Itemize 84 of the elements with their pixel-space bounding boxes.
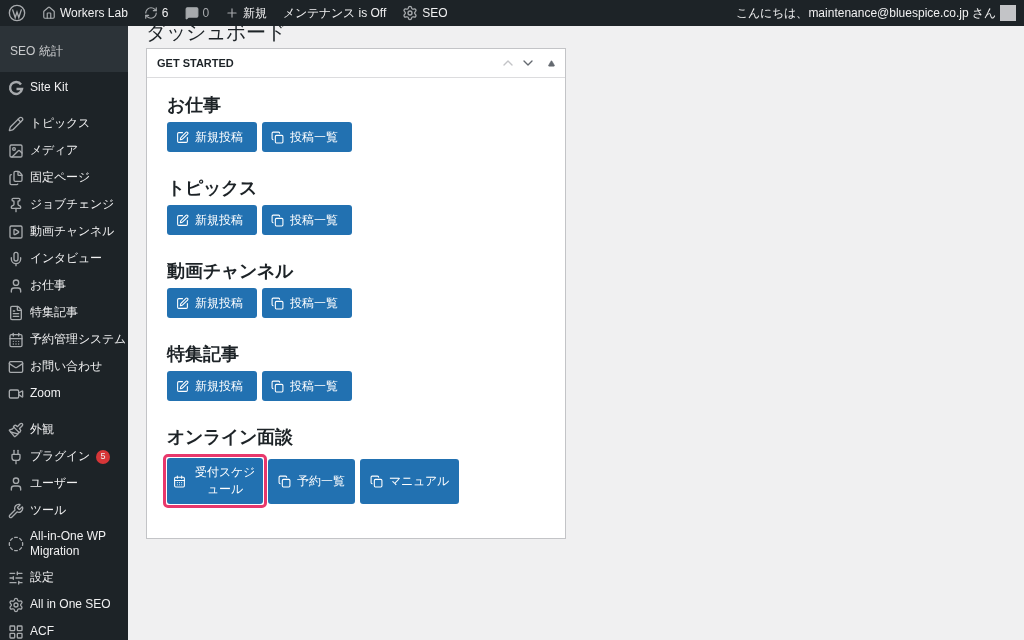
calendar-icon [8,331,24,348]
copy-icon [370,474,383,488]
count-badge: 5 [96,449,110,464]
sidebar-item[interactable]: 予約管理システム [0,326,128,353]
sidebar-item[interactable]: All in One SEO [0,591,128,618]
sidebar-item[interactable]: トピックス [0,110,128,137]
action-button[interactable]: マニュアル [360,458,459,504]
sliders-icon [8,569,24,586]
microphone-icon [8,250,24,267]
action-button[interactable]: 投稿一覧 [262,371,352,401]
sidebar-item[interactable]: ツール [0,497,128,524]
section-heading: オンライン面談 [167,426,294,448]
action-button[interactable]: 受付スケジュール [167,458,263,504]
sidebar-item[interactable]: All-in-One WP Migration [0,524,128,564]
maintenance-link[interactable]: メンテナンス is Off [283,4,387,22]
sidebar-item[interactable]: Zoom [0,380,128,407]
action-button[interactable]: 新規投稿 [167,288,257,318]
section-heading: トピックス [167,177,258,199]
play-icon [8,223,24,240]
gear-icon [402,5,419,21]
action-button[interactable]: 投稿一覧 [262,205,352,235]
gear-icon [8,596,24,613]
action-button[interactable]: 新規投稿 [167,122,257,152]
edit-icon [176,296,189,310]
person-icon [8,277,24,294]
grid-icon [8,623,24,640]
user-icon [8,475,24,492]
sidebar-item[interactable]: お仕事 [0,272,128,299]
sidebar-item[interactable]: 特集記事 [0,299,128,326]
home-icon [42,6,56,20]
edit-icon [176,130,189,144]
wrench-icon [8,502,24,519]
action-button[interactable]: 新規投稿 [167,205,257,235]
copy-icon [271,130,284,144]
sidebar-item[interactable]: メディア [0,137,128,164]
document-icon [8,304,24,321]
sidebar-item[interactable]: プラグイン 5 [0,443,128,470]
g-logo-icon [8,79,24,96]
sidebar-item[interactable]: 固定ページ [0,164,128,191]
media-icon [8,142,24,159]
copy-icon [271,296,284,310]
sidebar-item[interactable]: インタビュー [0,245,128,272]
wordpress-logo-icon [8,4,26,22]
submenu-item[interactable]: SEO 統計 [0,38,128,64]
copy-icon [271,213,284,227]
sidebar-item[interactable]: Site Kit [0,74,128,101]
section-heading: 動画チャンネル [167,260,295,282]
mail-icon [8,358,24,375]
plus-icon [225,6,240,20]
section-heading: お仕事 [167,94,222,116]
section-heading: 特集記事 [167,343,240,365]
seo-link[interactable]: SEO [402,4,448,22]
calendar-icon [173,474,186,488]
copy-icon [271,379,284,393]
sidebar-item[interactable]: 外観 [0,416,128,443]
updates-link[interactable]: 6 [143,4,169,22]
pencil-icon [8,115,24,132]
panel-title: GET STARTED [157,55,235,71]
action-button[interactable]: 投稿一覧 [262,288,352,318]
plug-icon [8,448,24,465]
avatar-icon [1000,5,1016,21]
brush-icon [8,421,24,438]
action-button[interactable]: 新規投稿 [167,371,257,401]
sidebar-item[interactable]: ジョブチェンジ [0,191,128,218]
pin-icon [8,196,24,213]
sidebar-item[interactable]: ACF [0,618,128,640]
action-button[interactable]: 予約一覧 [268,458,355,504]
ring-icon [8,536,24,552]
comments-link[interactable]: 0 [184,4,210,22]
action-button[interactable]: 投稿一覧 [262,122,352,152]
sidebar-item[interactable]: お問い合わせ [0,353,128,380]
new-link[interactable]: 新規 [225,4,268,22]
edit-icon [176,379,189,393]
sidebar-item[interactable]: ユーザー [0,470,128,497]
greeting-link[interactable]: こんにちは、maintenance@bluespice.co.jp さん [736,4,996,22]
collapse-icon[interactable] [548,59,555,67]
sidebar-item[interactable]: 動画チャンネル [0,218,128,245]
site-link[interactable]: Workers Lab [42,4,128,22]
pages-icon [8,169,24,186]
copy-icon [278,474,291,488]
edit-icon [176,213,189,227]
sidebar-item[interactable]: 設定 [0,564,128,591]
comment-icon [184,6,199,20]
refresh-icon [143,6,158,20]
